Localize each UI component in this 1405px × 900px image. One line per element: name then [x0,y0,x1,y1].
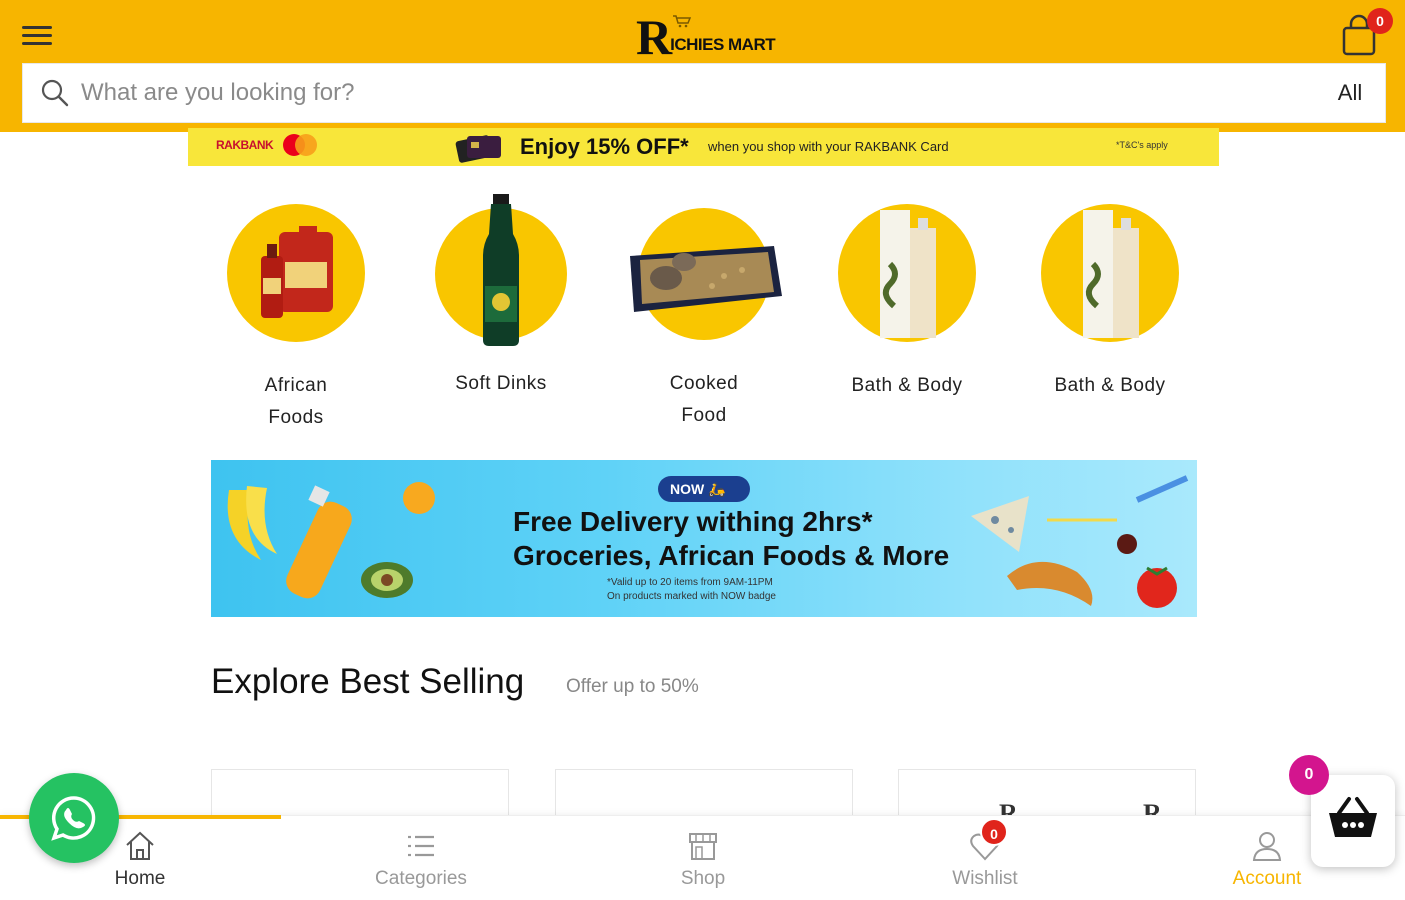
rakbank-logo: RAKBANK [216,134,319,156]
category-label: Soft Dinks [455,373,547,394]
list-icon [408,835,434,857]
now-badge: NOW 🛵 [658,476,750,502]
category-bath-body-2[interactable]: Bath & Body [1025,200,1195,402]
promo-subtext: when you shop with your RAKBANK Card [708,139,949,154]
best-selling-title: Explore Best Selling [211,662,525,701]
nav-label: Account [1232,868,1302,889]
banner-note: *Valid up to 20 items from 9AM-11PM [607,577,773,588]
category-soft-drinks[interactable]: Soft Dinks [416,194,586,400]
category-cooked-food[interactable]: Cooked Food [619,200,789,432]
search-input[interactable] [81,73,1315,113]
search-bar: All [22,63,1386,123]
banner-headline: Free Delivery withing 2hrs* [513,506,873,537]
african-foods-icon [227,204,365,342]
hamburger-menu-icon[interactable] [22,22,58,52]
nav-categories[interactable]: Categories [321,828,521,890]
search-category-filter[interactable]: All [1315,80,1385,106]
bath-body-bottles-icon [1041,204,1179,342]
soft-drink-bottle-icon [435,194,567,346]
user-icon [1252,832,1282,861]
whatsapp-icon [51,796,96,841]
credit-cards-icon [455,135,501,163]
nav-shop[interactable]: Shop [603,828,803,890]
shop-icon [689,833,717,860]
logo-initial: R [636,9,673,65]
promo-headline: Enjoy 15% OFF* [520,134,689,159]
logo-text: ICHIES MART [670,35,776,54]
nav-label: Shop [680,868,726,889]
app-screen: R ICHIES MART 0 All RAKBANK [0,0,1405,900]
free-delivery-banner[interactable]: NOW 🛵 Free Delivery withing 2hrs* Grocer… [211,460,1197,617]
nav-label: Home [114,868,166,889]
basket-icon [1329,797,1377,837]
cart-count-badge: 0 [1367,8,1393,34]
logo-cart-icon [673,15,692,28]
promo-terms: *T&C's apply [1116,140,1168,150]
top-header: R ICHIES MART 0 All [0,0,1405,132]
cheese-bread-tomato-illustration [971,475,1189,608]
category-african-foods[interactable]: African Foods [211,200,381,434]
cooked-food-tray-icon [630,208,782,340]
category-label: Cooked Food [669,373,739,426]
bath-body-bottles-icon [838,204,976,342]
fruits-juice-illustration [227,482,435,599]
search-icon [41,79,69,107]
home-icon [126,831,154,860]
category-label: Bath & Body [1054,375,1166,396]
bank-name: RAKBANK [216,138,274,152]
nav-label: Wishlist [952,868,1018,889]
riches-mart-logo[interactable]: R ICHIES MART [636,9,776,65]
category-bath-body-1[interactable]: Bath & Body [822,200,992,402]
scooter-icon: 🛵 [708,481,726,497]
whatsapp-button[interactable] [29,773,119,863]
floating-basket-button[interactable] [1311,775,1395,867]
category-label: Bath & Body [851,375,963,396]
rakbank-promo-banner[interactable]: RAKBANK Enjoy 15% OFF* when you shop wit… [188,128,1219,166]
banner-note: On products marked with NOW badge [607,591,776,602]
category-label: African Foods [264,375,328,428]
nav-label: Categories [375,868,467,889]
wishlist-count-badge: 0 [980,818,1008,846]
mastercard-icon [283,134,319,156]
banner-subheadline: Groceries, African Foods & More [513,540,950,571]
basket-count-badge: 0 [1289,755,1329,795]
best-selling-subtitle: Offer up to 50% [566,676,699,697]
